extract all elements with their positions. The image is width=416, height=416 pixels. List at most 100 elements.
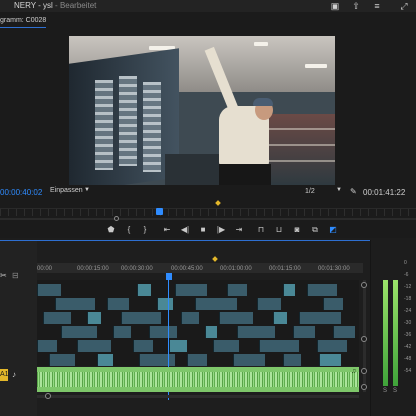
ruler-tick: 00:01:15:00	[269, 266, 301, 272]
video-clip[interactable]	[61, 326, 97, 338]
vscroll-handle-lower[interactable]	[361, 368, 367, 374]
video-clip[interactable]	[149, 326, 177, 338]
video-clip[interactable]	[333, 326, 355, 338]
marker-add-icon[interactable]: ⬟	[106, 225, 116, 235]
solo-right-button[interactable]: S	[393, 388, 397, 394]
video-clip[interactable]	[195, 298, 237, 310]
resolution-select[interactable]: 1/2	[305, 188, 315, 195]
video-clip[interactable]	[307, 284, 337, 296]
step-forward-icon[interactable]: |▶	[216, 225, 226, 235]
safe-margins-icon[interactable]: ◩	[328, 225, 338, 235]
camera-icon[interactable]: ◙	[292, 225, 302, 235]
video-clip[interactable]	[37, 340, 57, 352]
video-clip[interactable]	[187, 354, 207, 366]
go-to-in-icon[interactable]: ⇤	[162, 225, 172, 235]
video-clip[interactable]	[77, 340, 111, 352]
solo-left-button[interactable]: S	[383, 388, 387, 394]
video-clip[interactable]	[139, 354, 175, 366]
vscroll-handle-mid[interactable]	[361, 336, 367, 342]
person-pants	[219, 164, 271, 185]
video-clip[interactable]	[55, 298, 95, 310]
video-clip[interactable]	[97, 354, 113, 366]
hscroll-handle-left[interactable]	[45, 393, 51, 399]
video-tracks[interactable]	[37, 280, 359, 366]
monitor-playhead[interactable]	[156, 208, 163, 215]
monitor-time-ruler[interactable]	[0, 208, 416, 216]
go-to-out-icon[interactable]: ⇥	[234, 225, 244, 235]
meter-label: -30	[404, 320, 412, 326]
workspace-icon[interactable]: ▣	[330, 1, 340, 11]
chevron-down-icon[interactable]: ▼	[84, 187, 90, 193]
vscroll-handle-bottom[interactable]	[361, 384, 367, 390]
menu-icon[interactable]: ≡	[372, 1, 382, 11]
timeline-ruler[interactable]: 00:00 00:00:15:00 00:00:30:00 00:00:45:0…	[37, 263, 363, 273]
comparison-icon[interactable]: ⧉	[310, 225, 320, 235]
video-clip[interactable]	[283, 354, 301, 366]
ruler-tick: 00:01:30:00	[318, 266, 350, 272]
video-clip[interactable]	[227, 284, 247, 296]
mark-out-icon[interactable]: }	[140, 225, 150, 235]
mic-icon[interactable]: ♪	[12, 370, 16, 379]
step-back-icon[interactable]: ◀|	[180, 225, 190, 235]
ceiling-light	[305, 64, 327, 68]
video-clip[interactable]	[219, 312, 253, 324]
project-status: - Bearbeitet	[52, 1, 97, 10]
video-clip[interactable]	[319, 354, 341, 366]
video-clip[interactable]	[259, 340, 299, 352]
video-clip[interactable]	[273, 312, 287, 324]
meter-label: -12	[404, 284, 412, 290]
video-clip[interactable]	[233, 354, 265, 366]
current-timecode[interactable]: 00:00:40:02	[0, 188, 42, 197]
fullscreen-icon[interactable]: ⤢	[399, 1, 409, 11]
tab-underline	[0, 27, 46, 28]
video-clip[interactable]	[87, 312, 101, 324]
fridge	[143, 82, 161, 172]
wrench-icon[interactable]: ✎	[350, 187, 357, 196]
video-clip[interactable]	[293, 326, 315, 338]
video-clip[interactable]	[181, 312, 199, 324]
video-clip[interactable]	[213, 340, 239, 352]
stop-icon[interactable]: ■	[198, 225, 208, 235]
video-clip[interactable]	[317, 340, 347, 352]
snap-icon[interactable]: ⊟	[12, 271, 19, 280]
mark-in-icon[interactable]: {	[124, 225, 134, 235]
chevron-down-icon[interactable]: ▼	[336, 187, 342, 193]
video-clip[interactable]	[107, 298, 129, 310]
meter-label: -6	[404, 272, 409, 278]
timeline-horizontal-scrollbar[interactable]	[37, 395, 359, 398]
video-clip[interactable]	[49, 354, 75, 366]
extract-icon[interactable]: ⊔	[274, 225, 284, 235]
vscroll-handle-top[interactable]	[361, 282, 367, 288]
audio-clip[interactable]	[37, 367, 359, 392]
video-clip[interactable]	[323, 298, 343, 310]
video-clip[interactable]	[169, 340, 187, 352]
video-clip[interactable]	[257, 298, 281, 310]
timeline-playhead[interactable]	[166, 273, 172, 280]
title-bar: NERY - ysl - Bearbeitet ▣ ⇧ ≡ ⤢	[0, 0, 416, 12]
video-clip[interactable]	[237, 326, 275, 338]
video-clip[interactable]	[175, 284, 207, 296]
ruler-tick: 00:00:15:00	[77, 266, 109, 272]
track-label-a1[interactable]: A1	[0, 369, 9, 381]
share-icon[interactable]: ⇧	[351, 1, 361, 11]
monitor-zoom-scrollbar[interactable]	[0, 218, 416, 220]
video-clip[interactable]	[299, 312, 341, 324]
ruler-tick: 00:01:00:00	[220, 266, 252, 272]
video-clip[interactable]	[37, 284, 61, 296]
video-clip[interactable]	[121, 312, 161, 324]
video-clip[interactable]	[157, 298, 173, 310]
video-clip[interactable]	[133, 340, 153, 352]
meter-label: -48	[404, 356, 412, 362]
razor-icon[interactable]: ✂	[0, 271, 7, 280]
program-monitor-tab[interactable]: gramm: C0028	[0, 17, 46, 24]
video-clip[interactable]	[137, 284, 151, 296]
fit-select[interactable]: Einpassen	[50, 187, 83, 194]
zoom-handle[interactable]	[114, 216, 119, 221]
project-name: NERY - ysl	[14, 1, 53, 10]
lift-icon[interactable]: ⊓	[256, 225, 266, 235]
video-clip[interactable]	[283, 284, 295, 296]
fridge	[119, 76, 137, 166]
video-clip[interactable]	[113, 326, 131, 338]
video-clip[interactable]	[205, 326, 217, 338]
video-clip[interactable]	[43, 312, 71, 324]
